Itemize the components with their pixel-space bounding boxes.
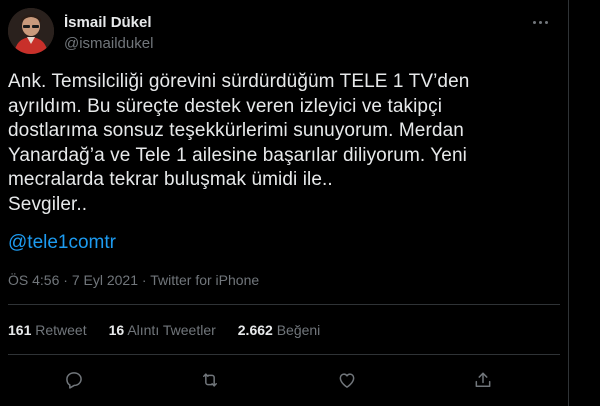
- tweet-stats: 161 Retweet 16 Alıntı Tweetler 2.662 Beğ…: [8, 322, 342, 338]
- dot: [532, 20, 536, 24]
- reply-icon[interactable]: [58, 364, 90, 396]
- tweet-date[interactable]: 7 Eyl 2021: [72, 272, 138, 288]
- divider: [8, 304, 560, 305]
- quote-count[interactable]: 16 Alıntı Tweetler: [109, 322, 216, 338]
- divider: [8, 354, 560, 355]
- tweet-time[interactable]: ÖS 4:56: [8, 272, 59, 288]
- dot: [544, 20, 548, 24]
- share-icon[interactable]: [467, 364, 499, 396]
- avatar[interactable]: [8, 8, 54, 54]
- retweet-icon[interactable]: [194, 364, 226, 396]
- retweet-count[interactable]: 161 Retweet: [8, 322, 87, 338]
- tweet-meta: ÖS 4:56 · 7 Eyl 2021 · Twitter for iPhon…: [8, 272, 259, 288]
- tweet-header: İsmail Dükel @ismaildukel: [8, 8, 560, 58]
- column-border: [568, 0, 569, 406]
- like-count[interactable]: 2.662 Beğeni: [238, 322, 321, 338]
- dot: [538, 20, 542, 24]
- mention-link[interactable]: @tele1comtr: [8, 232, 116, 254]
- tweet-source[interactable]: Twitter for iPhone: [150, 272, 259, 288]
- more-dots-icon[interactable]: [528, 12, 552, 32]
- tweet: İsmail Dükel @ismaildukel Ank. Temsilcil…: [0, 0, 568, 406]
- meta-separator: ·: [63, 272, 68, 288]
- author-name[interactable]: İsmail Dükel: [64, 14, 152, 31]
- author-handle[interactable]: @ismaildukel: [64, 35, 153, 52]
- meta-separator: ·: [141, 272, 147, 288]
- heart-icon[interactable]: [331, 364, 363, 396]
- tweet-actions: [0, 364, 560, 396]
- avatar-image: [8, 8, 54, 54]
- tweet-text: Ank. Temsilciliği görevini sürdürdüğüm T…: [8, 71, 470, 215]
